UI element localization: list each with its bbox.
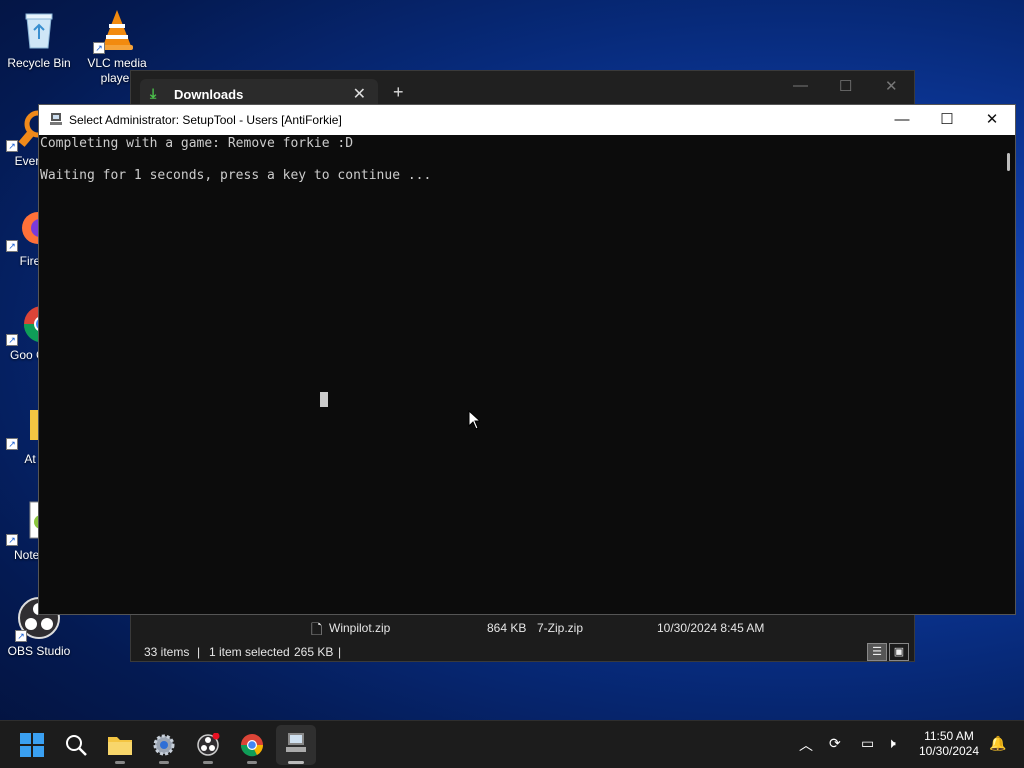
clock[interactable]: 11:50 AM 10/30/2024 <box>914 729 984 759</box>
obs-icon <box>197 733 220 756</box>
status-selected: 1 item selected <box>209 645 290 659</box>
taskbar: ︿ ⟳ ▭ 🕨 11:50 AM 10/30/2024 🔔 <box>0 720 1024 768</box>
file-row[interactable]: 🗋 Winpilot.zip 864 KB 7-Zip.zip 10/30/20… <box>131 619 914 639</box>
desktop-icon-label: OBS Studio <box>7 644 71 658</box>
search-icon <box>66 735 87 756</box>
status-selected-size: 265 KB <box>294 645 334 659</box>
start-button[interactable] <box>12 725 52 765</box>
minimize-button[interactable]: — <box>880 109 924 131</box>
console-title: Select Administrator: SetupTool - Users … <box>69 113 342 127</box>
active-indicator <box>288 761 304 764</box>
running-indicator <box>159 761 169 764</box>
clock-date: 10/30/2024 <box>918 744 980 758</box>
running-indicator <box>247 761 257 764</box>
search-button[interactable] <box>56 725 96 765</box>
console-line: Waiting for 1 seconds, press a key to co… <box>40 168 432 183</box>
notification-bell-icon[interactable]: 🔔 <box>989 735 1006 752</box>
close-button[interactable]: ✕ <box>885 77 898 95</box>
mouse-pointer-icon <box>468 409 482 435</box>
gear-icon <box>153 734 175 756</box>
chrome-icon <box>240 734 264 757</box>
shortcut-arrow-icon: ↗ <box>93 42 105 54</box>
taskbar-file-explorer[interactable] <box>100 725 140 765</box>
shortcut-arrow-icon: ↗ <box>6 534 18 546</box>
close-button[interactable]: ✕ <box>970 109 1014 131</box>
explorer-titlebar[interactable]: ⤓ Downloads ✕ + — ☐ ✕ <box>131 71 914 109</box>
console-titlebar[interactable]: Select Administrator: SetupTool - Users … <box>39 105 1015 135</box>
close-tab-icon[interactable]: ✕ <box>353 84 366 104</box>
file-size: 864 KB <box>487 621 527 635</box>
details-view-button[interactable]: ☰ <box>867 643 887 661</box>
shortcut-arrow-icon: ↗ <box>6 438 18 450</box>
file-date: 10/30/2024 8:45 AM <box>657 621 765 635</box>
maximize-button[interactable]: ☐ <box>839 77 852 95</box>
tiles-view-button[interactable]: ▣ <box>889 643 909 661</box>
shortcut-arrow-icon: ↗ <box>15 630 27 642</box>
volume-muted-icon[interactable]: 🕨 <box>887 735 896 752</box>
file-icon: 🗋 <box>311 621 323 637</box>
recycle-bin-icon <box>17 8 61 52</box>
console-app-icon <box>49 112 63 126</box>
shortcut-arrow-icon: ↗ <box>6 240 18 252</box>
status-bar: 33 items | 1 item selected 265 KB | ☰ ▣ <box>131 641 914 663</box>
folder-icon <box>108 737 132 755</box>
new-tab-button[interactable]: + <box>393 82 404 103</box>
tab-title: Downloads <box>174 87 244 102</box>
desktop-icon-recycle-bin[interactable]: Recycle Bin <box>3 8 75 71</box>
console-window[interactable]: Select Administrator: SetupTool - Users … <box>38 104 1016 615</box>
download-icon: ⤓ <box>150 85 157 101</box>
running-indicator <box>203 761 213 764</box>
console-output[interactable]: Completing with a game: Remove forkie :D… <box>39 135 1015 614</box>
desktop-icon-label: Recycle Bin <box>7 56 71 70</box>
text-cursor <box>320 392 328 407</box>
taskbar-settings[interactable] <box>144 725 184 765</box>
status-divider: | <box>338 645 342 659</box>
maximize-button[interactable]: ☐ <box>925 109 969 131</box>
show-hidden-icons-button[interactable]: ︿ <box>799 735 813 755</box>
running-indicator <box>115 761 125 764</box>
vlc-icon: ↗ <box>93 8 139 54</box>
clock-time: 11:50 AM <box>924 729 974 743</box>
minimize-button[interactable]: — <box>793 77 808 94</box>
taskbar-obs[interactable] <box>188 725 228 765</box>
scrollbar-thumb[interactable] <box>1007 153 1010 171</box>
shortcut-arrow-icon: ↗ <box>6 140 18 152</box>
file-name: Winpilot.zip <box>329 621 391 635</box>
windows-logo-icon <box>20 733 44 757</box>
sync-icon[interactable]: ⟳ <box>829 735 841 752</box>
console-line: Completing with a game: Remove forkie :D <box>40 136 354 151</box>
status-item-count: 33 items <box>144 645 190 659</box>
file-type: 7-Zip.zip <box>537 621 584 635</box>
taskbar-setuptool[interactable] <box>276 725 316 765</box>
taskbar-chrome[interactable] <box>232 725 272 765</box>
console-app-icon <box>286 733 306 752</box>
network-icon[interactable]: ▭ <box>861 735 874 752</box>
status-divider: | <box>197 645 201 659</box>
shortcut-arrow-icon: ↗ <box>6 334 18 346</box>
